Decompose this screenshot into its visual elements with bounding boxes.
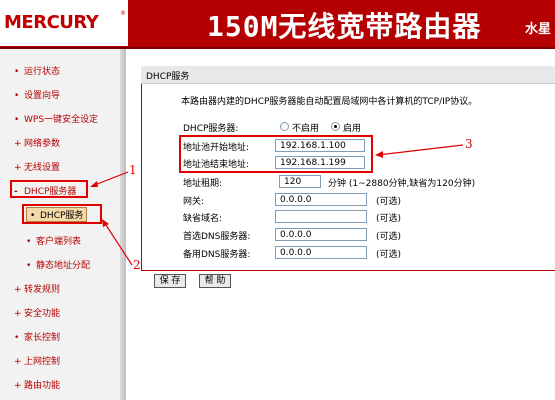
sidebar-item-network[interactable]: + 网络参数 [14,136,60,149]
trademark-symbol: ® [120,10,126,17]
help-button[interactable]: 帮 助 [199,274,231,288]
dhcp-enable-label: 启用 [343,124,362,134]
logo-area: MERCURY ® [0,0,128,46]
dns-primary-label: 首选DNS服务器: [183,232,251,242]
lease-unit-hint: 分钟 (1~2880分钟,缺省为120分钟) [328,179,476,189]
save-button[interactable]: 保 存 [154,274,186,288]
sidebar-subitem-static-address[interactable]: • 静态地址分配 [26,258,90,271]
lease-input[interactable]: 120 [279,175,321,188]
gateway-optional: (可选) [376,197,402,207]
annotation-number-1: 1 [129,163,137,177]
mercury-logo: MERCURY [4,12,99,33]
sidebar-scroll-edge [120,49,126,400]
dns-primary-optional: (可选) [376,232,402,242]
sidebar-item-routing[interactable]: + 路由功能 [14,378,60,391]
panel-divider [141,270,555,271]
dhcp-enable-radio[interactable] [331,122,340,131]
sidebar-item-access-control[interactable]: + 上网控制 [14,354,60,367]
dhcp-server-label: DHCP服务器: [183,124,239,134]
sidebar-item-security[interactable]: + 安全功能 [14,306,60,319]
sidebar-item-wps[interactable]: • WPS一键安全设定 [14,112,98,125]
brand-label: 水星 [525,22,552,37]
domain-optional: (可选) [376,214,402,224]
lease-label: 地址租期: [183,179,223,189]
annotation-number-2: 2 [133,258,141,272]
sidebar-item-wizard[interactable]: • 设置向导 [14,88,60,101]
annotation-box-dhcp-service [22,204,102,224]
dns-primary-input[interactable]: 0.0.0.0 [275,228,367,241]
domain-label: 缺省域名: [183,214,223,224]
sidebar-item-parental[interactable]: • 家长控制 [14,330,60,343]
domain-input[interactable] [275,210,367,223]
dns-secondary-input[interactable]: 0.0.0.0 [275,246,367,259]
dhcp-disable-radio[interactable] [280,122,289,131]
panel-description: 本路由器内建的DHCP服务器能自动配置局域网中各计算机的TCP/IP协议。 [181,97,478,107]
annotation-number-3: 3 [465,137,473,151]
sidebar-item-forwarding[interactable]: + 转发规则 [14,282,60,295]
panel-title: DHCP服务 [146,72,190,82]
annotation-box-dhcp-server [10,180,88,198]
sidebar-item-status[interactable]: • 运行状态 [14,64,60,77]
sidebar-subitem-client-list[interactable]: • 客户端列表 [26,234,81,247]
dns-secondary-optional: (可选) [376,250,402,260]
sidebar [0,49,122,400]
gateway-label: 网关: [183,197,205,207]
gateway-input[interactable]: 0.0.0.0 [275,193,367,206]
dhcp-disable-label: 不启用 [292,124,320,134]
router-title: 150M无线宽带路由器 [207,10,482,43]
panel-title-bar [141,66,555,84]
dns-secondary-label: 备用DNS服务器: [183,250,251,260]
annotation-box-address-pool [179,135,373,173]
sidebar-item-wireless[interactable]: + 无线设置 [14,160,60,173]
